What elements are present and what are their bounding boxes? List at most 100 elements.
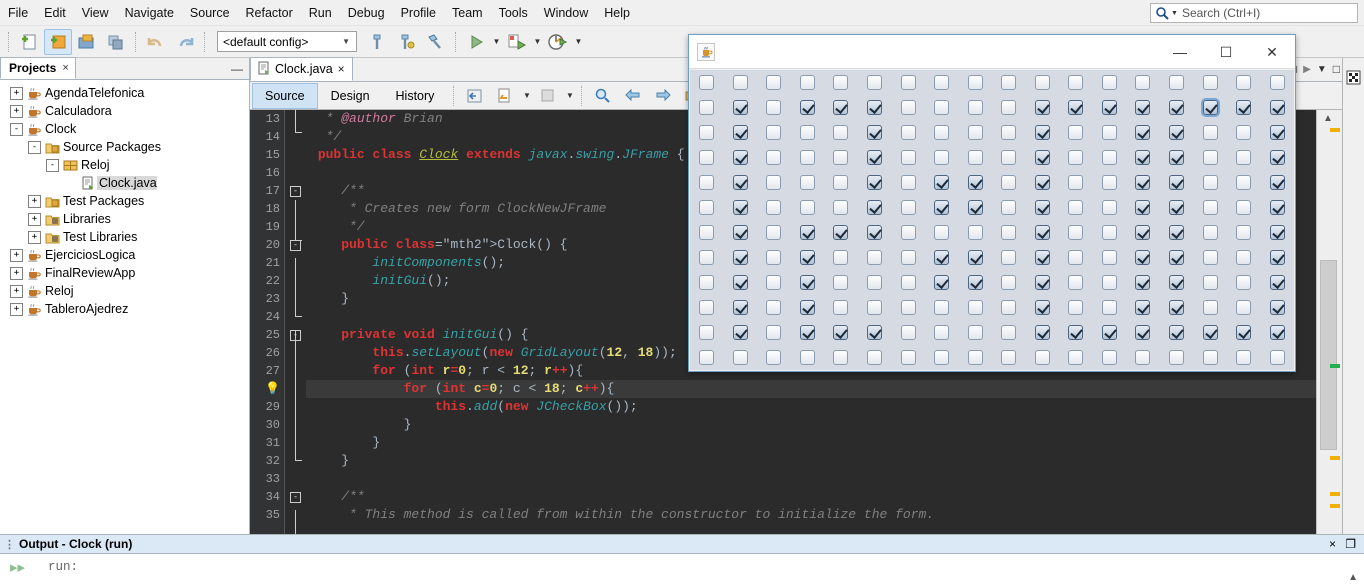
checkbox-r1-c7[interactable] [934,100,950,115]
checkbox-r1-c0[interactable] [699,100,715,115]
code-line[interactable]: * This method is called from within the … [306,506,1316,524]
checkbox-r3-c7[interactable] [934,150,950,165]
checkbox-r11-c14[interactable] [1169,350,1185,365]
checkbox-r8-c13[interactable] [1135,275,1151,290]
checkbox-r4-c17[interactable] [1269,175,1285,190]
clean-build-button[interactable] [393,29,421,55]
checkbox-r6-c12[interactable] [1101,225,1117,240]
checkbox-r11-c5[interactable] [867,350,883,365]
checkbox-r10-c3[interactable] [799,325,815,340]
checkbox-r6-c9[interactable] [1001,225,1017,240]
checkbox-r4-c6[interactable] [900,175,916,190]
checkbox-r4-c11[interactable] [1068,175,1084,190]
checkbox-r7-c3[interactable] [799,250,815,265]
checkbox-r0-c7[interactable] [934,75,950,90]
checkbox-r8-c10[interactable] [1034,275,1050,290]
checkbox-r3-c8[interactable] [967,150,983,165]
checkbox-r1-c14[interactable] [1169,100,1185,115]
checkbox-r6-c3[interactable] [799,225,815,240]
tab-scroll-right-icon[interactable]: ▶ [1303,64,1311,75]
checkbox-r8-c17[interactable] [1269,275,1285,290]
checkbox-r7-c0[interactable] [699,250,715,265]
scroll-up-icon[interactable]: ▲ [1348,572,1358,583]
undo-button[interactable] [142,29,170,55]
hint-bulb-icon[interactable]: 💡 [250,380,284,398]
menu-item-file[interactable]: File [0,3,36,23]
checkbox-r10-c7[interactable] [934,325,950,340]
scrollbar-thumb[interactable] [1320,260,1337,450]
checkbox-r9-c17[interactable] [1269,300,1285,315]
code-line[interactable]: } [306,416,1316,434]
checkbox-r1-c6[interactable] [900,100,916,115]
checkbox-r0-c13[interactable] [1135,75,1151,90]
checkbox-r1-c4[interactable] [833,100,849,115]
checkbox-r8-c11[interactable] [1068,275,1084,290]
expand-icon[interactable]: + [10,266,23,280]
checkbox-r9-c8[interactable] [967,300,983,315]
expand-icon[interactable]: + [10,248,23,262]
checkbox-r11-c7[interactable] [934,350,950,365]
checkbox-r9-c3[interactable] [799,300,815,315]
menu-item-run[interactable]: Run [301,3,340,23]
checkbox-r8-c16[interactable] [1236,275,1252,290]
code-line[interactable]: } [306,452,1316,470]
checkbox-r9-c1[interactable] [732,300,748,315]
checkbox-r10-c1[interactable] [732,325,748,340]
checkbox-r1-c8[interactable] [967,100,983,115]
checkbox-r2-c14[interactable] [1169,125,1185,140]
checkbox-r2-c16[interactable] [1236,125,1252,140]
checkbox-r1-c10[interactable] [1034,100,1050,115]
checkbox-r0-c4[interactable] [833,75,849,90]
checkbox-r10-c14[interactable] [1169,325,1185,340]
maximize-icon[interactable]: ❐ [1345,537,1356,551]
checkbox-r11-c9[interactable] [1001,350,1017,365]
previous-bookmark-icon[interactable] [619,83,647,109]
checkbox-r0-c3[interactable] [799,75,815,90]
build-project-button[interactable] [364,29,392,55]
close-button[interactable]: ✕ [1249,35,1295,69]
tree-node-calculadora[interactable]: + Calculadora [4,102,249,120]
expand-icon[interactable]: + [10,86,23,100]
menu-item-debug[interactable]: Debug [340,3,393,23]
checkbox-r8-c6[interactable] [900,275,916,290]
checkbox-r3-c14[interactable] [1169,150,1185,165]
checkbox-r5-c7[interactable] [934,200,950,215]
checkbox-r11-c10[interactable] [1034,350,1050,365]
code-line[interactable]: } [306,434,1316,452]
checkbox-r7-c13[interactable] [1135,250,1151,265]
close-icon[interactable]: × [338,62,345,76]
tree-node-reloj[interactable]: - Reloj [4,156,249,174]
code-line[interactable]: for (int c=0; c < 18; c++){ [306,380,1316,398]
checkbox-r1-c5[interactable] [867,100,883,115]
checkbox-r1-c13[interactable] [1135,100,1151,115]
checkbox-r9-c13[interactable] [1135,300,1151,315]
checkbox-grid[interactable] [690,70,1294,370]
fold-collapse-icon[interactable]: - [290,186,301,197]
checkbox-r1-c16[interactable] [1236,100,1252,115]
checkbox-r4-c10[interactable] [1034,175,1050,190]
checkbox-r0-c11[interactable] [1068,75,1084,90]
checkbox-r3-c11[interactable] [1068,150,1084,165]
menu-item-window[interactable]: Window [536,3,596,23]
tab-list-icon[interactable]: ▼ [1317,64,1327,75]
java-swing-window[interactable]: — ☐ ✕ [688,34,1296,372]
checkbox-r3-c10[interactable] [1034,150,1050,165]
checkbox-r0-c10[interactable] [1034,75,1050,90]
back-navigate-icon[interactable] [491,83,519,109]
checkbox-r2-c2[interactable] [766,125,782,140]
checkbox-r2-c9[interactable] [1001,125,1017,140]
checkbox-r10-c0[interactable] [699,325,715,340]
checkbox-r1-c11[interactable] [1068,100,1084,115]
tab-history[interactable]: History [383,83,448,109]
checkbox-r9-c4[interactable] [833,300,849,315]
checkbox-r4-c16[interactable] [1236,175,1252,190]
checkbox-r0-c5[interactable] [867,75,883,90]
checkbox-r6-c17[interactable] [1269,225,1285,240]
checkbox-r4-c0[interactable] [699,175,715,190]
expand-icon[interactable]: + [10,302,23,316]
checkbox-r5-c9[interactable] [1001,200,1017,215]
expand-icon[interactable]: + [28,212,41,226]
checkbox-r2-c13[interactable] [1135,125,1151,140]
chevron-down-icon-2[interactable]: ▼ [564,84,575,108]
checkbox-r5-c15[interactable] [1202,200,1218,215]
